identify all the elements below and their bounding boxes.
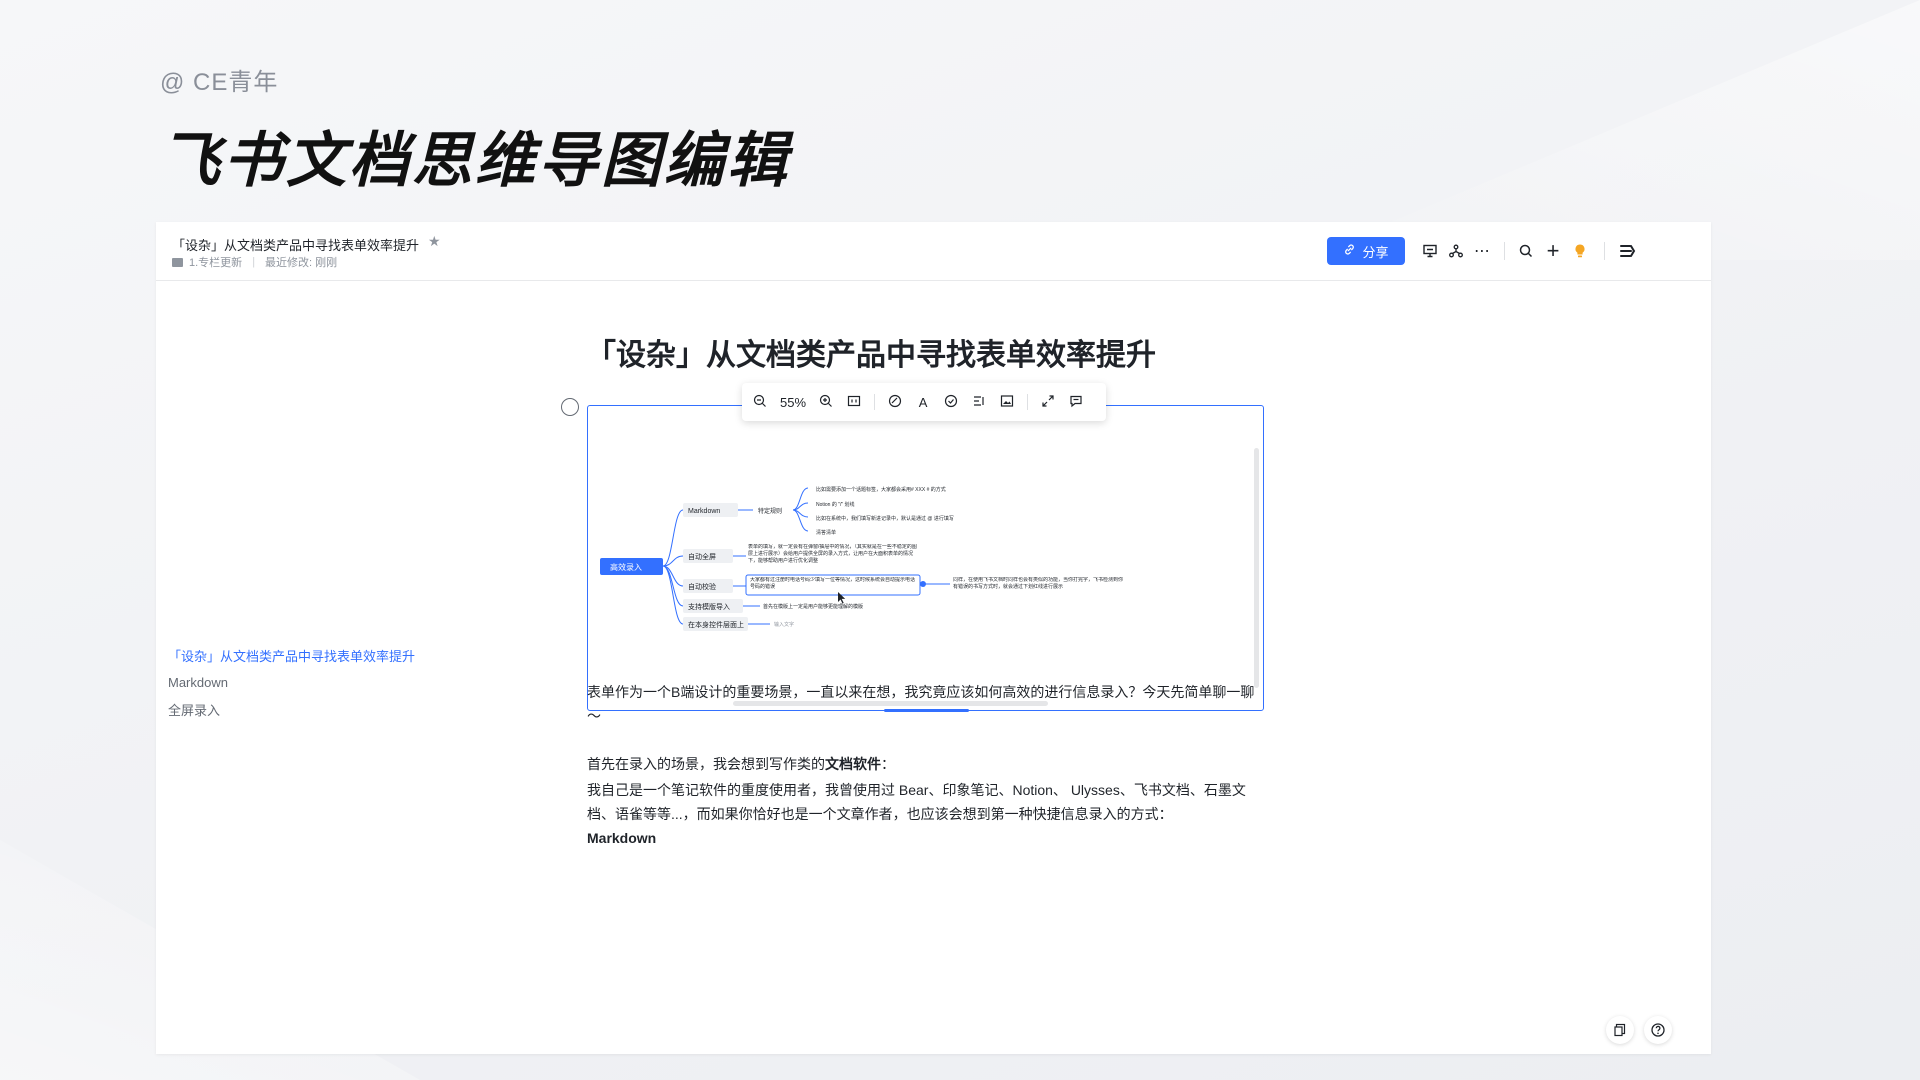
comment-icon[interactable] [1068, 394, 1084, 411]
image-icon[interactable] [999, 394, 1015, 411]
check-icon[interactable] [943, 394, 959, 411]
mindmap-canvas[interactable]: 高效录入 Markdown 特定规则 比如需要添加一个话题标签，大家都会采用# … [588, 406, 1263, 710]
outline-item[interactable]: Markdown [168, 675, 415, 690]
fit-icon[interactable] [846, 394, 862, 411]
help-icon[interactable] [1644, 1016, 1672, 1044]
star-icon[interactable]: ★ [428, 233, 441, 250]
presentation-icon[interactable] [1419, 240, 1441, 262]
background-shape [1300, 0, 1920, 260]
doc-window: 「设杂」从文档类产品中寻找表单效率提升 ★ 1.专栏更新 | 最近修改: 刚刚 … [156, 222, 1711, 1054]
mindmap-toolbar: 55% A [742, 383, 1106, 421]
leaf-node[interactable]: Notion 的 "/" 划线 [816, 501, 855, 508]
sub-node[interactable]: 特定规则 [758, 507, 782, 515]
leaf-node[interactable]: 比如在系统中，我们填写新进记录中，默认是通过 @ 进行填写 [816, 515, 954, 522]
plus-icon[interactable]: + [1542, 238, 1564, 263]
share-button[interactable]: 分享 [1327, 237, 1405, 265]
paragraph-text: 首先在录入的场景，我会想到写作类的 [587, 756, 825, 772]
doc-title[interactable]: 「设杂」从文档类产品中寻找表单效率提升 [586, 330, 1156, 374]
leaf-node[interactable]: 同样，在使用飞书文档时同样也会有类似的功能，当你打完字，飞书检测到你有错误的书写… [953, 577, 1123, 591]
paragraph-bold: Markdown [587, 830, 657, 846]
branch-label[interactable]: 支持模版导入 [688, 602, 730, 611]
list-icon[interactable] [971, 394, 987, 411]
branch-label[interactable]: 自动全屏 [688, 552, 716, 561]
leaf-node[interactable]: 清答清单 [816, 529, 836, 536]
doc-title-tab[interactable]: 「设杂」从文档类产品中寻找表单效率提升 [172, 235, 419, 254]
mindmap-block[interactable]: 高效录入 Markdown 特定规则 比如需要添加一个话题标签，大家都会采用# … [587, 405, 1264, 711]
paragraph-text: ： [881, 756, 895, 772]
more-icon[interactable]: ⋯ [1471, 240, 1493, 262]
paragraph[interactable]: 首先在录入的场景，我会想到写作类的文档软件： [587, 752, 1267, 776]
copy-icon[interactable] [1606, 1016, 1634, 1044]
outline-panel: 「设杂」从文档类产品中寻找表单效率提升 Markdown 全屏录入 [168, 646, 415, 729]
folder-icon [172, 257, 183, 267]
toolbar-divider [874, 394, 876, 410]
paragraph[interactable]: 我自己是一个笔记软件的重度使用者，我曾使用过 Bear、印象笔记、Notion、… [587, 778, 1267, 850]
leaf-node[interactable]: 表单的填写，就一定会有在弹窗/抽屉中的情况，（其实就是在一些不稳定的图层上进行展… [748, 544, 920, 565]
leaf-node[interactable]: 输入文字 [774, 621, 794, 628]
zoom-in-icon[interactable] [818, 394, 834, 411]
expand-handle[interactable] [920, 581, 926, 587]
last-modified: 最近修改: 刚刚 [265, 257, 338, 269]
fullscreen-icon[interactable] [1040, 394, 1056, 411]
link-icon [1343, 243, 1356, 259]
root-label: 高效录入 [610, 562, 642, 572]
paragraph-text: 我自己是一个笔记软件的重度使用者，我曾使用过 Bear、印象笔记、Notion、… [587, 782, 1246, 822]
text-style-icon[interactable]: A [915, 395, 931, 410]
zoom-level: 55% [780, 394, 807, 410]
leaf-node[interactable]: 首先在模版上一定是用户能够更能理解的模版 [763, 603, 863, 610]
zoom-out-icon[interactable] [752, 394, 768, 411]
bulb-icon[interactable] [1569, 240, 1591, 262]
app-logo-icon[interactable] [1616, 240, 1638, 262]
style-icon[interactable] [887, 394, 903, 411]
brand-label: @ CE青年 [160, 69, 279, 96]
toolbar-divider [1504, 242, 1505, 260]
folder-label[interactable]: 1.专栏更新 [189, 254, 242, 270]
headline: 飞书文档思维导图编辑 [160, 127, 790, 194]
paragraph[interactable]: 表单作为一个B端设计的重要场景，一直以来在想，我究竟应该如何高效的进行信息录入？… [587, 680, 1267, 728]
branch-label[interactable]: 自动校验 [688, 582, 716, 591]
toolbar-divider [1604, 242, 1605, 260]
topbar: 「设杂」从文档类产品中寻找表单效率提升 ★ 1.专栏更新 | 最近修改: 刚刚 … [156, 222, 1711, 281]
branch-label[interactable]: Markdown [688, 508, 720, 515]
leaf-node[interactable]: 大家都有过注册时电话号码少填写一位等情况，这时候系统会自动提示电话号码的错误 [750, 577, 918, 591]
vertical-scrollbar[interactable] [1254, 448, 1259, 688]
leaf-node[interactable]: 比如需要添加一个话题标签，大家都会采用# XXX # 的方式 [816, 486, 946, 493]
outline-item[interactable]: 「设杂」从文档类产品中寻找表单效率提升 [168, 646, 415, 665]
meta-divider: | [252, 256, 256, 268]
outline-item[interactable]: 全屏录入 [168, 700, 415, 719]
branch-icon[interactable] [1445, 240, 1467, 262]
share-label: 分享 [1362, 244, 1389, 260]
toolbar-divider [1027, 394, 1029, 410]
block-menu-icon[interactable] [561, 398, 579, 416]
branch-label[interactable]: 在本身控件层面上 [688, 620, 744, 629]
paragraph-bold: 文档软件 [825, 756, 881, 772]
search-icon[interactable] [1515, 240, 1537, 262]
doc-meta: 1.专栏更新 | 最近修改: 刚刚 [172, 254, 337, 270]
